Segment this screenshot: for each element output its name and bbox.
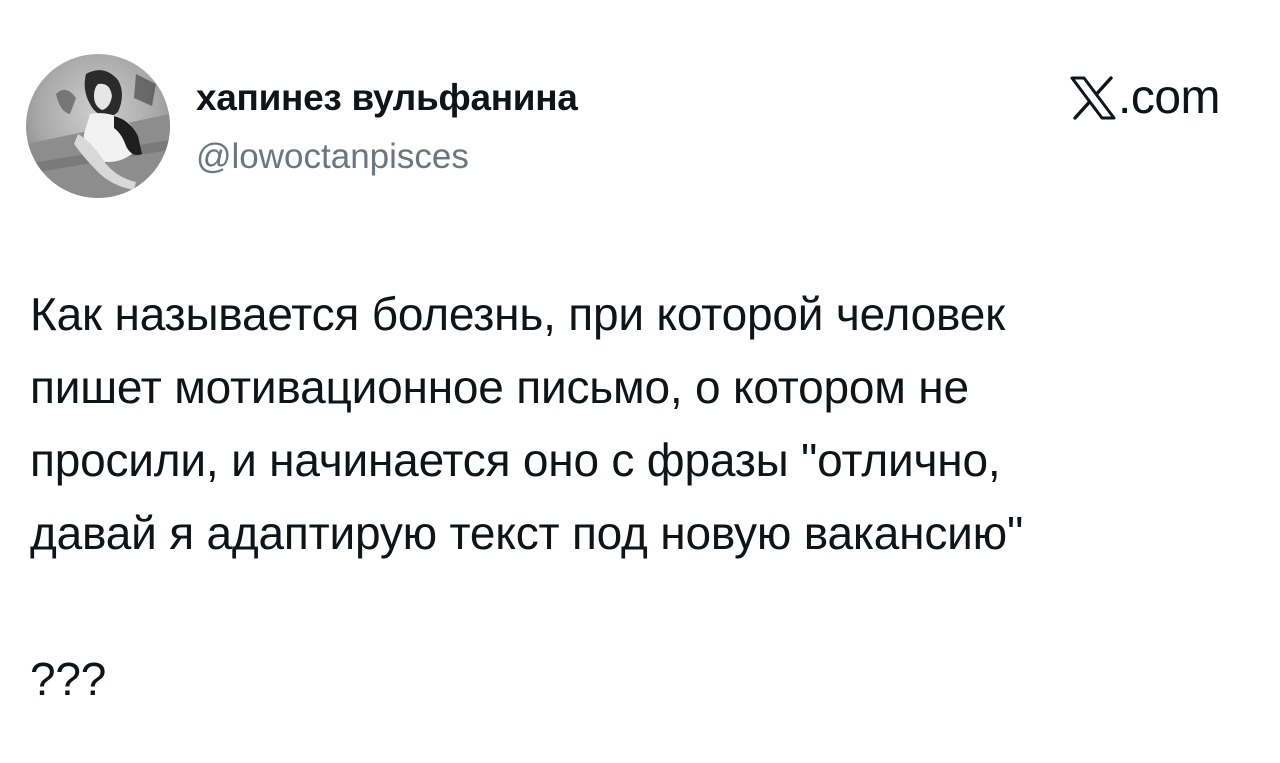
avatar[interactable] [26,54,170,198]
x-logo-icon [1070,76,1116,120]
username-handle[interactable]: @lowoctanpisces [196,130,469,184]
brand-domain-text: .com [1117,71,1221,124]
display-name[interactable]: хапинез вульфанина [196,70,578,126]
tweet-text: Как называется болезнь, при которой чело… [30,288,1024,705]
brand-logo: .com [1070,68,1221,128]
tweet-card: хапинез вульфанина @lowoctanpisces .com … [0,0,1280,763]
profile-photo-icon [26,54,170,198]
